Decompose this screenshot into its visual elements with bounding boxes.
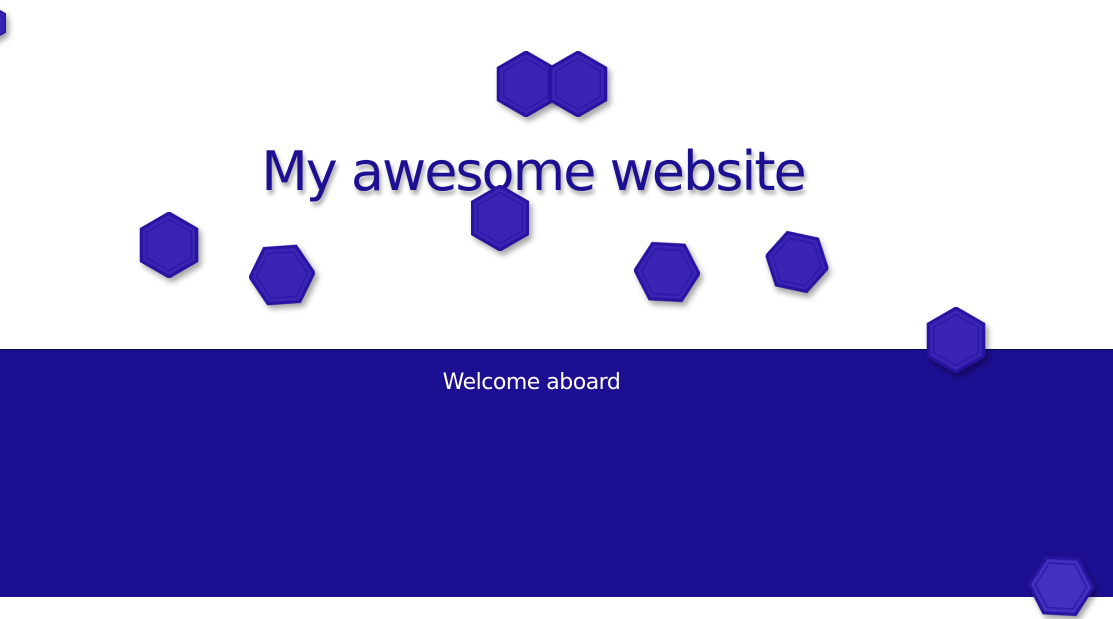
site-title: My awesome website [261, 140, 807, 203]
welcome-text: Welcome aboard [442, 370, 621, 395]
